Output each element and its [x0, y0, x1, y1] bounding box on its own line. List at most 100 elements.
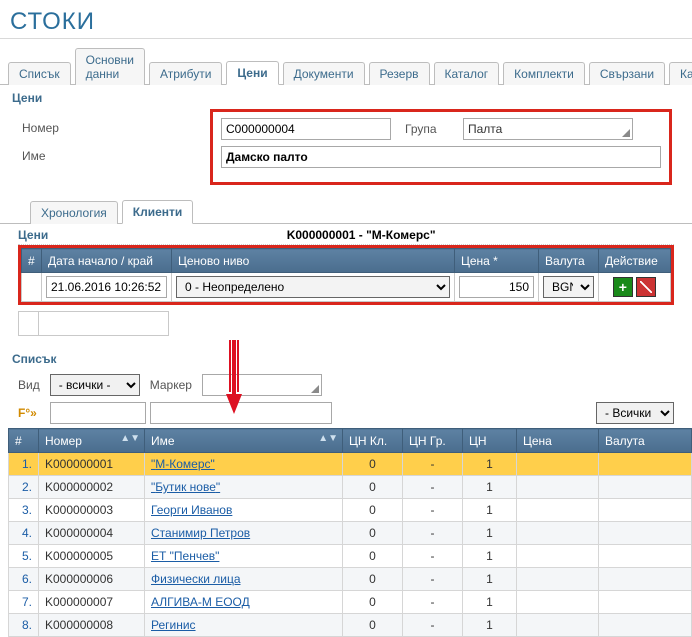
lcol-idx[interactable]: #	[9, 429, 39, 453]
tab-card[interactable]: Картон	[669, 62, 692, 85]
row-cur	[599, 522, 692, 545]
row-cur	[599, 499, 692, 522]
row-cngr: -	[403, 568, 463, 591]
tab-basic-data[interactable]: Основни данни	[75, 48, 145, 85]
main-tabs: Списък Основни данни Атрибути Цени Докум…	[0, 47, 692, 85]
row-cngr: -	[403, 545, 463, 568]
label-number: Номер	[22, 117, 100, 145]
row-price	[517, 499, 599, 522]
row-cnkl: 0	[343, 476, 403, 499]
row-index: 5.	[9, 545, 39, 568]
clients-list: # Номер▲▼ Име▲▼ ЦН Кл. ЦН Гр. ЦН Цена Ва…	[8, 428, 692, 637]
extra-date[interactable]	[39, 313, 168, 335]
lcol-name[interactable]: Име▲▼	[145, 429, 343, 453]
lcol-cn[interactable]: ЦН	[463, 429, 517, 453]
row-index: 4.	[9, 522, 39, 545]
client-link[interactable]: Физически лица	[151, 572, 241, 586]
filter-bar: Вид - всички - Маркер	[0, 368, 692, 402]
row-num: K000000004	[39, 522, 145, 545]
row-cur	[599, 591, 692, 614]
table-row[interactable]: 1.K000000001М-Комерс0-1	[9, 453, 692, 476]
table-row[interactable]: 8.K000000008Регинис0-1	[9, 614, 692, 637]
row-num: K000000007	[39, 591, 145, 614]
table-row[interactable]: 4.K000000004Станимир Петров0-1	[9, 522, 692, 545]
lcol-cngr[interactable]: ЦН Гр.	[403, 429, 463, 453]
currency-select[interactable]: BGN	[543, 276, 594, 298]
client-link[interactable]: Бутик нове	[151, 480, 220, 494]
client-link[interactable]: Регинис	[151, 618, 196, 632]
group-input[interactable]: Палта	[463, 118, 633, 140]
lcol-cur[interactable]: Валута	[599, 429, 692, 453]
level-select[interactable]: 0 - Неопределено	[176, 276, 450, 298]
filter-num-input[interactable]	[50, 402, 146, 424]
table-row[interactable]: 6.K000000006Физически лица0-1	[9, 568, 692, 591]
tab-sets[interactable]: Комплекти	[503, 62, 585, 85]
tab-documents[interactable]: Документи	[283, 62, 365, 85]
view-select[interactable]: - всички -	[50, 374, 140, 396]
row-num: K000000003	[39, 499, 145, 522]
row-name: АЛГИВА-М ЕООД	[145, 591, 343, 614]
add-row-button[interactable]: +	[613, 277, 633, 297]
row-price	[517, 591, 599, 614]
table-row[interactable]: 5.K000000005ЕТ "Пенчев"0-1	[9, 545, 692, 568]
subtab-chronology[interactable]: Хронология	[30, 201, 118, 224]
row-cn: 1	[463, 499, 517, 522]
client-name: М-Комерс	[372, 228, 430, 242]
col-level: Ценово ниво	[172, 249, 455, 273]
table-row[interactable]: 7.K000000007АЛГИВА-М ЕООД0-1	[9, 591, 692, 614]
name-input[interactable]	[221, 146, 661, 168]
filter-all-select[interactable]: - Всички -	[596, 402, 674, 424]
col-price: Цена *	[455, 249, 539, 273]
form-labels: Номер Име	[0, 107, 100, 173]
client-code: K000000001	[287, 228, 356, 242]
subtab-clients[interactable]: Клиенти	[122, 200, 194, 224]
lcol-cnkl[interactable]: ЦН Кл.	[343, 429, 403, 453]
remove-row-button[interactable]	[636, 277, 656, 297]
col-action: Действие	[599, 249, 671, 273]
row-index: 2.	[9, 476, 39, 499]
sort-icon[interactable]: ▲▼	[318, 433, 338, 444]
row-cngr: -	[403, 453, 463, 476]
row-cnkl: 0	[343, 522, 403, 545]
row-idx	[22, 273, 42, 302]
filter-row: F°» - Всички -	[0, 402, 692, 428]
row-cnkl: 0	[343, 453, 403, 476]
price-input[interactable]	[459, 276, 534, 298]
row-num: K000000001	[39, 453, 145, 476]
filter-name-input[interactable]	[150, 402, 332, 424]
page-title: СТОКИ	[0, 0, 692, 39]
row-cur	[599, 614, 692, 637]
lcol-num[interactable]: Номер▲▼	[39, 429, 145, 453]
table-row[interactable]: 3.K000000003Георги Иванов0-1	[9, 499, 692, 522]
table-row[interactable]: 2.K000000002Бутик нове0-1	[9, 476, 692, 499]
row-name: Физически лица	[145, 568, 343, 591]
tab-reserve[interactable]: Резерв	[369, 62, 430, 85]
row-cngr: -	[403, 591, 463, 614]
row-index: 7.	[9, 591, 39, 614]
row-price	[517, 545, 599, 568]
row-price	[517, 453, 599, 476]
sort-icon[interactable]: ▲▼	[120, 433, 140, 444]
client-link[interactable]: Станимир Петров	[151, 526, 250, 540]
marker-input[interactable]	[202, 374, 322, 396]
number-input[interactable]	[221, 118, 391, 140]
tab-catalog[interactable]: Каталог	[434, 62, 500, 85]
client-link[interactable]: АЛГИВА-М ЕООД	[151, 595, 250, 609]
row-num: K000000008	[39, 614, 145, 637]
tab-prices[interactable]: Цени	[226, 61, 278, 85]
tab-related[interactable]: Свързани	[589, 62, 665, 85]
client-link[interactable]: Георги Иванов	[151, 503, 232, 517]
row-name: Бутик нове	[145, 476, 343, 499]
tab-list[interactable]: Списък	[8, 62, 71, 85]
client-link[interactable]: М-Комерс	[151, 457, 215, 471]
client-link[interactable]: ЕТ "Пенчев"	[151, 549, 219, 563]
date-input[interactable]	[46, 276, 167, 298]
lcol-price[interactable]: Цена	[517, 429, 599, 453]
row-index: 1.	[9, 453, 39, 476]
filter-toggle[interactable]: F°»	[18, 406, 46, 420]
row-cur	[599, 545, 692, 568]
price-grid-highlight: # Дата начало / край Ценово ниво Цена * …	[18, 245, 674, 305]
tab-attributes[interactable]: Атрибути	[149, 62, 222, 85]
row-num: K000000006	[39, 568, 145, 591]
sub-tabs: Хронология Клиенти	[0, 199, 692, 224]
